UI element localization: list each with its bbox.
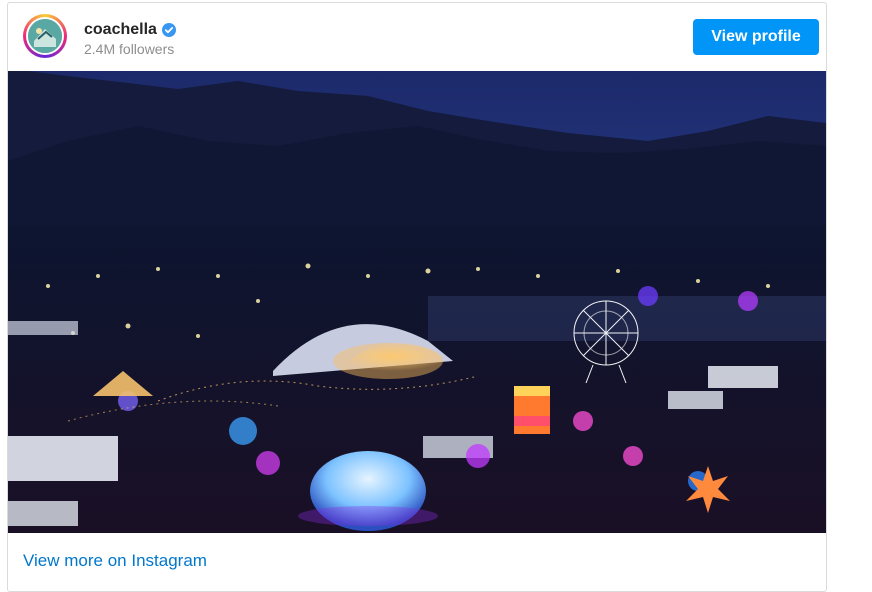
verified-badge-icon — [161, 23, 176, 37]
instagram-embed-card: coachella 2.4M followers View profile Vi… — [7, 2, 827, 592]
avatar[interactable] — [23, 14, 67, 58]
post-header: coachella 2.4M followers View profile — [8, 3, 826, 71]
followers-count: 2.4M followers — [84, 41, 175, 57]
view-more-on-instagram-link[interactable]: View more on Instagram — [23, 551, 207, 571]
festival-photo-image — [8, 71, 826, 533]
avatar-frame — [26, 17, 64, 55]
username-link[interactable]: coachella — [84, 21, 157, 39]
coachella-logo-icon — [28, 19, 62, 53]
view-profile-button[interactable]: View profile — [693, 19, 819, 55]
post-photo[interactable] — [8, 71, 826, 533]
username-row: coachella — [84, 20, 176, 40]
